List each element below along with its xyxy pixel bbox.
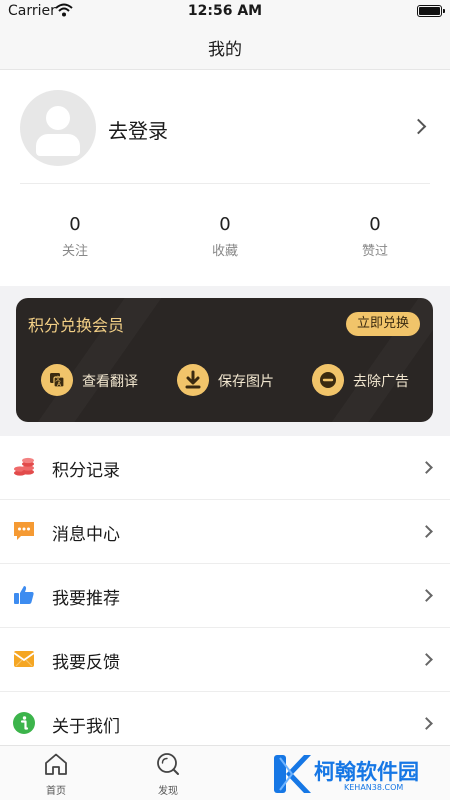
tab-discover[interactable]: 发现 (138, 752, 198, 797)
download-icon (177, 364, 209, 396)
menu-item-label: 我要推荐 (52, 589, 120, 609)
stat-favorites[interactable]: 0 收藏 (150, 214, 300, 259)
tab-bar: 首页 发现 柯翰软件园 KEHAN38.COM (0, 745, 450, 800)
remove-ad-icon (312, 364, 344, 396)
stat-likes[interactable]: 0 赞过 (300, 214, 450, 259)
discover-icon (157, 753, 179, 775)
watermark-text: 柯翰软件园 (314, 760, 419, 784)
avatar-body (36, 134, 80, 156)
vip-exchange-card[interactable]: 积分兑换会员 立即兑换 文 A 查看翻译 保存图片 去除广告 (16, 298, 433, 422)
login-link[interactable]: 去登录 (108, 115, 168, 144)
coins-icon (12, 455, 36, 479)
battery-icon (417, 5, 445, 17)
info-icon (12, 711, 36, 735)
divider (20, 183, 430, 184)
translate-icon: 文 A (41, 364, 73, 396)
watermark-subtext: KEHAN38.COM (344, 783, 404, 792)
menu-item-feedback[interactable]: 我要反馈 (0, 628, 450, 692)
thumbs-up-icon (12, 583, 36, 607)
menu-item-label: 我要反馈 (52, 653, 120, 673)
menu-item-label: 积分记录 (52, 461, 120, 481)
clock: 12:56 AM (187, 3, 263, 19)
vip-title: 积分兑换会员 (28, 316, 125, 335)
chevron-right-icon (420, 461, 433, 474)
menu-item-about-us[interactable]: 关于我们 (0, 692, 450, 745)
feature-label: 保存图片 (218, 374, 274, 390)
stat-value: 0 (69, 214, 81, 235)
stat-label: 关注 (61, 244, 88, 259)
stat-following[interactable]: 0 关注 (0, 214, 150, 259)
avatar[interactable] (20, 90, 96, 166)
tab-home[interactable]: 首页 (26, 752, 86, 797)
chevron-right-icon (420, 653, 433, 666)
menu-item-message-center[interactable]: 消息中心 (0, 500, 450, 564)
mail-icon (12, 647, 36, 671)
stat-value: 0 (369, 214, 381, 235)
menu-item-recommend[interactable]: 我要推荐 (0, 564, 450, 628)
watermark-logo: 柯翰软件园 KEHAN38.COM (270, 750, 442, 798)
logo-icon (274, 755, 311, 793)
chevron-right-icon[interactable] (410, 118, 427, 135)
tab-label: 首页 (46, 786, 66, 797)
home-icon (45, 753, 67, 775)
feature-label: 查看翻译 (82, 374, 138, 390)
page-title: 我的 (208, 40, 242, 60)
menu-item-label: 关于我们 (52, 717, 120, 737)
menu-item-label: 消息中心 (52, 525, 120, 545)
status-bar: Carrier 12:56 AM (0, 0, 450, 22)
stat-value: 0 (219, 214, 231, 235)
nav-bar: 我的 (0, 22, 450, 70)
exchange-now-button[interactable]: 立即兑换 (346, 312, 420, 336)
chevron-right-icon (420, 717, 433, 730)
feature-label: 去除广告 (353, 374, 409, 390)
tab-label: 发现 (158, 786, 178, 797)
stat-label: 赞过 (361, 244, 388, 259)
chevron-right-icon (420, 525, 433, 538)
message-icon (12, 519, 36, 543)
chevron-right-icon (420, 589, 433, 602)
avatar-head (46, 106, 70, 130)
menu-item-points-record[interactable]: 积分记录 (0, 436, 450, 500)
profile-card: 去登录 0 关注 0 收藏 0 赞过 (0, 70, 450, 286)
menu-list: 积分记录 消息中心 我要推荐 我要反馈 关于我们 (0, 436, 450, 745)
stat-label: 收藏 (211, 244, 238, 259)
